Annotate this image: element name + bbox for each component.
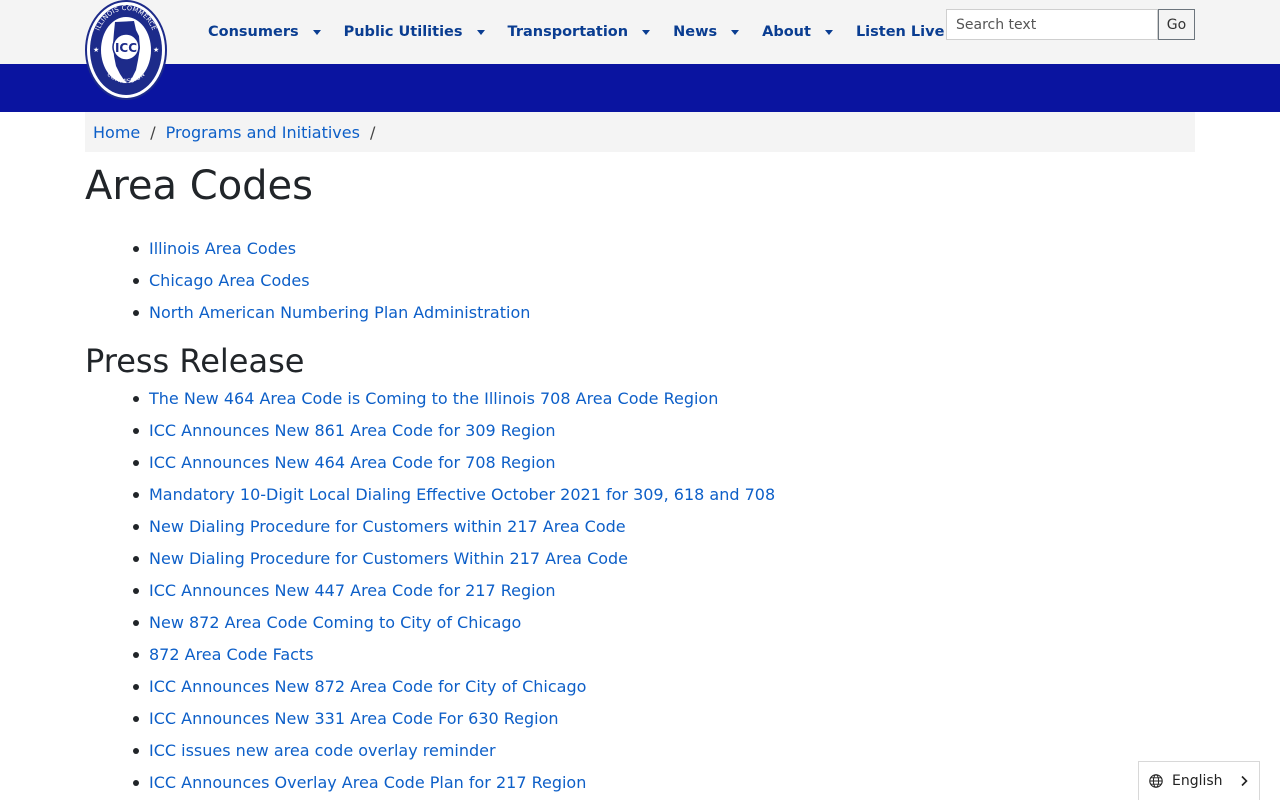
press-link[interactable]: 872 Area Code Facts (149, 645, 314, 664)
press-link[interactable]: ICC issues new area code overlay reminde… (149, 741, 496, 760)
caret-down-icon (731, 29, 740, 35)
language-selector[interactable]: English (1138, 761, 1260, 800)
press-link[interactable]: ICC Announces New 861 Area Code for 309 … (149, 421, 556, 440)
list-item: New Dialing Procedure for Customers with… (132, 511, 775, 543)
press-link[interactable]: New 872 Area Code Coming to City of Chic… (149, 613, 521, 632)
caret-down-icon (824, 29, 833, 35)
nav-label: Transportation (507, 24, 629, 40)
caret-down-icon (476, 29, 485, 35)
page-title: Area Codes (85, 163, 314, 209)
press-link[interactable]: New Dialing Procedure for Customers With… (149, 549, 628, 568)
caret-down-icon (642, 29, 651, 35)
nav-label: About (762, 24, 811, 40)
icc-logo[interactable]: ICC ★ ★ ILLINOIS COMMERCE COMMISSION (84, 0, 168, 102)
area-link[interactable]: Chicago Area Codes (149, 271, 310, 290)
press-link[interactable]: ICC Announces New 872 Area Code for City… (149, 677, 586, 696)
breadcrumb-separator: / (150, 122, 156, 142)
breadcrumb-programs[interactable]: Programs and Initiatives (166, 123, 360, 142)
list-item: 872 Area Code Facts (132, 639, 775, 671)
nav-label: Listen Live (855, 24, 945, 40)
list-item: ICC Announces Overlay Area Code Plan for… (132, 767, 775, 799)
list-item: Chicago Area Codes (132, 265, 530, 297)
press-link[interactable]: ICC Announces Overlay Area Code Plan for… (149, 773, 586, 792)
breadcrumb: Home / Programs and Initiatives / (85, 112, 1195, 152)
list-item: ICC Announces New 861 Area Code for 309 … (132, 415, 775, 447)
blue-banner (0, 64, 1280, 112)
nav-listen-live[interactable]: Listen Live (856, 24, 944, 40)
main-nav: Consumers Public Utilities Transportatio… (208, 16, 967, 48)
press-link[interactable]: ICC Announces New 331 Area Code For 630 … (149, 709, 559, 728)
press-link[interactable]: Mandatory 10-Digit Local Dialing Effecti… (149, 485, 775, 504)
nav-news[interactable]: News (673, 24, 740, 40)
press-release-links: The New 464 Area Code is Coming to the I… (132, 383, 775, 799)
nav-label: News (673, 24, 718, 40)
breadcrumb-separator: / (369, 122, 376, 142)
press-link[interactable]: New Dialing Procedure for Customers with… (149, 517, 626, 536)
press-release-heading: Press Release (85, 342, 305, 380)
nav-label: Public Utilities (343, 24, 463, 40)
press-link[interactable]: The New 464 Area Code is Coming to the I… (149, 389, 718, 408)
list-item: ICC Announces New 447 Area Code for 217 … (132, 575, 775, 607)
list-item: ICC Announces New 872 Area Code for City… (132, 671, 775, 703)
list-item: Illinois Area Codes (132, 233, 530, 265)
caret-down-icon (312, 29, 321, 35)
nav-about[interactable]: About (762, 24, 833, 40)
globe-icon (1149, 774, 1163, 788)
svg-text:★: ★ (93, 46, 99, 54)
press-link[interactable]: ICC Announces New 447 Area Code for 217 … (149, 581, 556, 600)
area-link[interactable]: Illinois Area Codes (149, 239, 296, 258)
language-label: English (1172, 773, 1223, 789)
svg-text:★: ★ (153, 46, 159, 54)
area-code-links: Illinois Area Codes Chicago Area Codes N… (132, 233, 530, 329)
list-item: New 872 Area Code Coming to City of Chic… (132, 607, 775, 639)
search-form: Go (946, 9, 1195, 40)
chevron-right-icon (1241, 775, 1248, 787)
nav-label: Consumers (208, 24, 299, 40)
icc-seal-icon: ICC ★ ★ ILLINOIS COMMERCE COMMISSION (85, 0, 167, 100)
nav-consumers[interactable]: Consumers (208, 24, 321, 40)
list-item: Mandatory 10-Digit Local Dialing Effecti… (132, 479, 775, 511)
list-item: North American Numbering Plan Administra… (132, 297, 530, 329)
press-link[interactable]: ICC Announces New 464 Area Code for 708 … (149, 453, 556, 472)
list-item: The New 464 Area Code is Coming to the I… (132, 383, 775, 415)
list-item: ICC Announces New 464 Area Code for 708 … (132, 447, 775, 479)
list-item: ICC Announces New 331 Area Code For 630 … (132, 703, 775, 735)
search-go-button[interactable]: Go (1158, 9, 1195, 40)
list-item: New Dialing Procedure for Customers With… (132, 543, 775, 575)
logo-text: ICC (115, 41, 137, 55)
nav-transportation[interactable]: Transportation (508, 24, 651, 40)
nav-public-utilities[interactable]: Public Utilities (344, 24, 485, 40)
list-item: ICC issues new area code overlay reminde… (132, 735, 775, 767)
search-input[interactable] (946, 9, 1158, 40)
breadcrumb-home[interactable]: Home (93, 123, 140, 142)
area-link[interactable]: North American Numbering Plan Administra… (149, 303, 530, 322)
